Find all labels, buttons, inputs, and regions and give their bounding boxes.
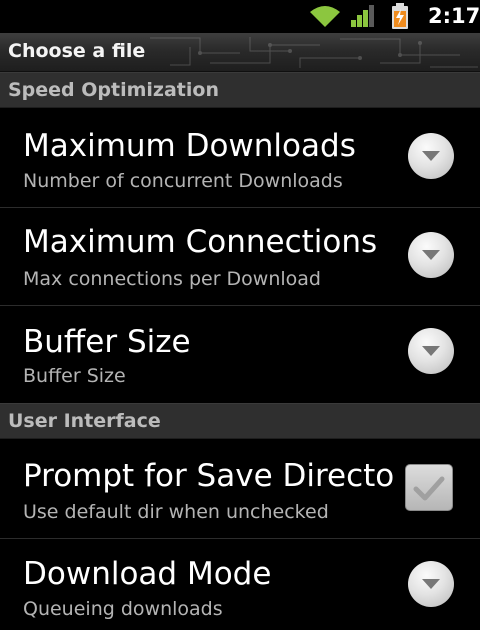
signal-icon <box>351 5 374 27</box>
wifi-icon <box>310 6 340 27</box>
checkbox[interactable] <box>405 464 453 511</box>
dropdown-button[interactable] <box>408 328 454 374</box>
pref-title: Maximum Connections <box>23 224 378 260</box>
pref-title: Buffer Size <box>23 324 191 360</box>
pref-prompt-save-directory[interactable]: Prompt for Save Director Use default dir… <box>0 440 480 539</box>
category-label: User Interface <box>8 410 161 432</box>
pref-summary: Number of concurrent Downloads <box>23 170 343 192</box>
pref-summary: Buffer Size <box>23 365 126 387</box>
chevron-down-icon <box>422 579 440 589</box>
pref-buffer-size[interactable]: Buffer Size Buffer Size <box>0 306 480 403</box>
pref-maximum-downloads[interactable]: Maximum Downloads Number of concurrent D… <box>0 109 480 208</box>
dropdown-button[interactable] <box>408 561 454 607</box>
chevron-down-icon <box>422 151 440 161</box>
category-label: Speed Optimization <box>8 79 219 101</box>
pref-title: Prompt for Save Director <box>23 458 393 494</box>
category-user-interface: User Interface <box>0 403 480 439</box>
title-bar: Choose a file <box>0 33 480 72</box>
battery-charging-icon <box>392 3 408 29</box>
category-speed-optimization: Speed Optimization <box>0 72 480 108</box>
chevron-down-icon <box>422 346 440 356</box>
dropdown-button[interactable] <box>408 133 454 179</box>
pref-summary: Queueing downloads <box>23 598 223 620</box>
status-bar: 2:17 <box>0 0 480 33</box>
checkmark-icon <box>413 476 445 501</box>
pref-summary: Use default dir when unchecked <box>23 501 329 523</box>
page-title: Choose a file <box>8 40 146 62</box>
status-clock: 2:17 <box>428 4 480 28</box>
pref-title: Maximum Downloads <box>23 128 356 164</box>
pref-maximum-connections[interactable]: Maximum Connections Max connections per … <box>0 208 480 306</box>
chevron-down-icon <box>422 250 440 260</box>
dropdown-button[interactable] <box>408 232 454 278</box>
pref-download-mode[interactable]: Download Mode Queueing downloads <box>0 539 480 630</box>
pref-title: Download Mode <box>23 556 272 592</box>
pref-summary: Max connections per Download <box>23 268 321 290</box>
